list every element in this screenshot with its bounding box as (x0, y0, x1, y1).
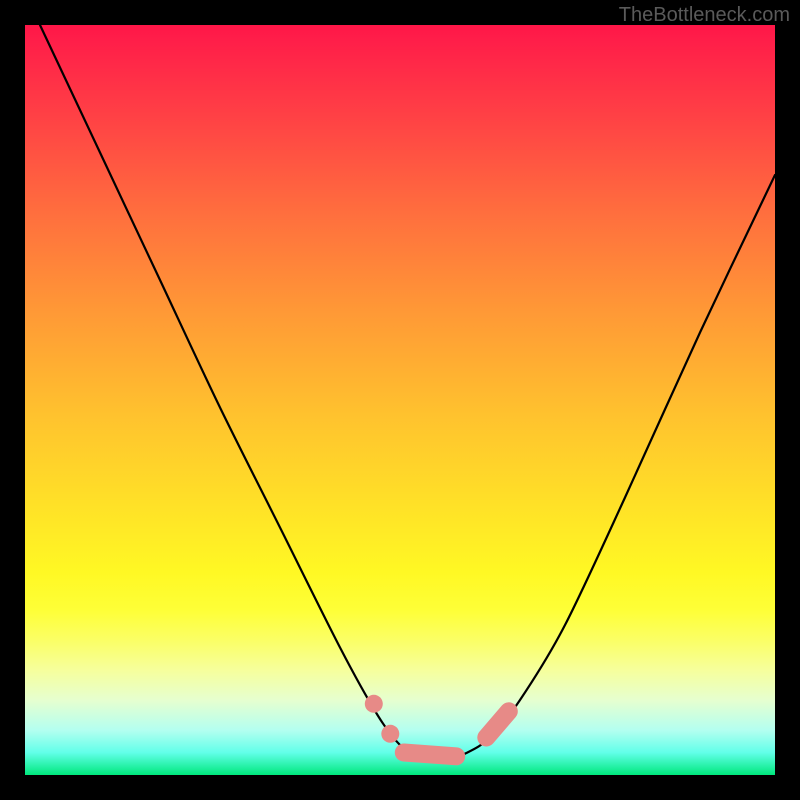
curve-marker-dot (381, 725, 399, 743)
watermark-text: TheBottleneck.com (619, 4, 790, 27)
chart-frame: TheBottleneck.com (0, 0, 800, 800)
bottleneck-curve-svg (25, 25, 775, 775)
curve-marker-dot (365, 695, 383, 713)
plot-area (25, 25, 775, 775)
curve-markers (365, 695, 509, 757)
bottleneck-curve (40, 25, 775, 761)
curve-marker-segment (486, 711, 509, 737)
curve-marker-segment (404, 753, 456, 757)
